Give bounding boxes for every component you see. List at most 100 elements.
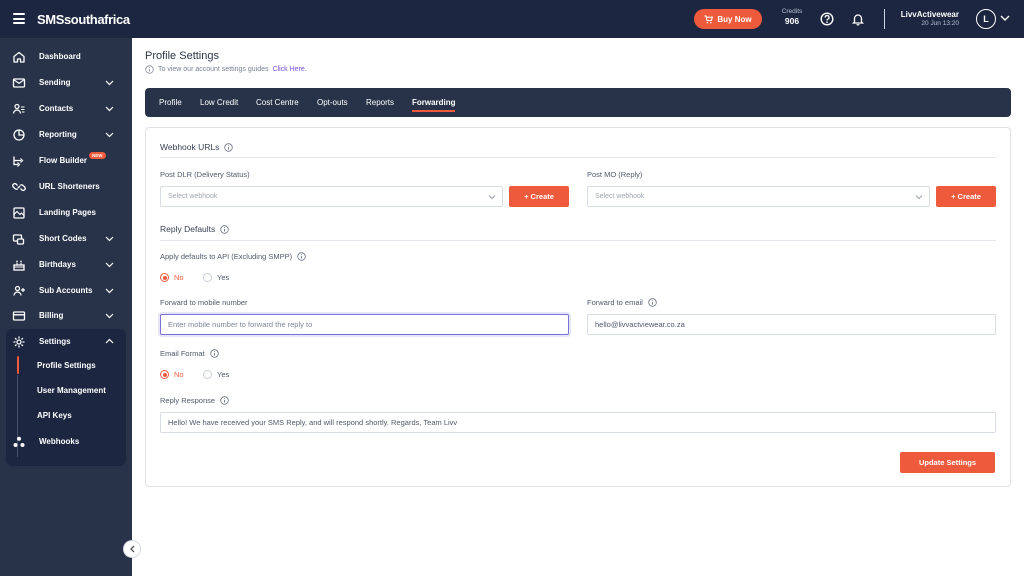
buy-now-label: Buy Now: [717, 14, 752, 24]
radio-unselected-icon: [203, 370, 212, 379]
tab-profile[interactable]: Profile: [159, 98, 182, 107]
sidebar-item-sub-accounts[interactable]: Sub Accounts: [0, 278, 132, 304]
sidebar-item-flow-builder[interactable]: Flow Builder NEW: [0, 148, 132, 174]
post-mo-label: Post MO (Reply): [587, 170, 643, 179]
sidebar-item-label: Sending: [39, 78, 71, 87]
sidebar-item-short-codes[interactable]: Short Codes: [0, 226, 132, 252]
credits-value: 906: [784, 16, 800, 26]
section-divider: [160, 157, 996, 158]
info-icon[interactable]: [220, 224, 229, 234]
sidebar-item-label: Billing: [39, 311, 64, 320]
reply-response-heading: Reply Response: [160, 396, 229, 405]
sidebar-item-reporting[interactable]: Reporting: [0, 122, 132, 148]
short-codes-icon: [12, 234, 25, 245]
tab-forwarding[interactable]: Forwarding: [412, 98, 456, 107]
home-icon: [13, 51, 25, 63]
select-placeholder: Select webhook: [168, 193, 218, 200]
account-info[interactable]: LivvActivewear 20 Jun 13:20: [890, 10, 959, 27]
forward-email-heading: Forward to email: [587, 298, 657, 307]
sidebar-item-label: Dashboard: [39, 52, 81, 61]
chevron-left-icon: [129, 545, 134, 553]
forward-email-input[interactable]: [587, 314, 996, 335]
topbar-divider: [884, 9, 885, 29]
tab-reports[interactable]: Reports: [366, 98, 394, 107]
info-icon[interactable]: [297, 252, 306, 261]
section-divider: [160, 240, 996, 241]
guide-link[interactable]: Click Here.: [273, 66, 307, 73]
hamburger-menu-icon[interactable]: [13, 13, 25, 24]
chevron-down-icon: [105, 288, 114, 294]
sidebar-item-label: Flow Builder: [39, 156, 87, 165]
sidebar-item-sending[interactable]: Sending: [0, 70, 132, 96]
bell-icon[interactable]: [851, 12, 865, 26]
info-icon[interactable]: [209, 349, 219, 358]
reply-response-input[interactable]: [160, 412, 996, 433]
tab-opt-outs[interactable]: Opt-outs: [317, 98, 348, 107]
sidebar-item-dashboard[interactable]: Dashboard: [0, 44, 132, 70]
post-mo-select[interactable]: Select webhook: [587, 186, 930, 207]
apply-defaults-no-radio[interactable]: No: [160, 273, 184, 282]
sidebar-subitem-label: API Keys: [37, 411, 72, 420]
email-format-yes-radio[interactable]: Yes: [203, 370, 229, 379]
webhook-icon: [13, 436, 25, 447]
sidebar-subitem-user-management[interactable]: User Management: [0, 379, 132, 403]
create-mo-webhook-button[interactable]: + Create: [936, 186, 996, 207]
cake-icon: [13, 260, 25, 271]
sidebar-item-webhooks[interactable]: Webhooks: [0, 429, 132, 455]
buy-now-button[interactable]: Buy Now: [694, 9, 762, 29]
sidebar-subitem-profile-settings[interactable]: Profile Settings: [0, 354, 132, 378]
info-icon[interactable]: [220, 396, 229, 405]
sidebar-collapse-button[interactable]: [123, 540, 141, 558]
active-tab-underline: [412, 110, 455, 112]
sidebar-item-label: Settings: [39, 337, 71, 346]
chevron-down-icon: [105, 106, 114, 112]
info-icon[interactable]: [224, 142, 234, 152]
chevron-down-icon: [488, 195, 496, 200]
create-dlr-webhook-button[interactable]: + Create: [509, 186, 569, 207]
email-format-heading: Email Format: [160, 349, 219, 358]
apply-defaults-yes-radio[interactable]: Yes: [203, 273, 229, 282]
link-icon: [12, 182, 26, 192]
tab-cost-centre[interactable]: Cost Centre: [256, 98, 299, 107]
cart-icon: [704, 14, 714, 23]
chevron-down-icon: [915, 195, 923, 200]
help-icon[interactable]: [820, 12, 834, 26]
gear-icon: [13, 336, 25, 348]
reply-defaults-title: Reply Defaults: [160, 224, 216, 234]
reply-response-label: Reply Response: [160, 396, 216, 405]
avatar[interactable]: L: [976, 9, 996, 29]
radio-label: Yes: [217, 273, 230, 282]
flow-icon: [13, 156, 24, 167]
contacts-icon: [12, 103, 25, 114]
brand-logo[interactable]: SMSsouthafrica: [37, 12, 130, 27]
chevron-down-icon: [105, 262, 114, 268]
apply-defaults-heading: Apply defaults to API (Excluding SMPP): [160, 252, 306, 261]
forward-mobile-label: Forward to mobile number: [160, 298, 248, 307]
update-settings-button[interactable]: Update Settings: [900, 452, 995, 473]
sidebar-subitem-api-keys[interactable]: API Keys: [0, 404, 132, 428]
info-icon[interactable]: [648, 298, 657, 307]
email-format-no-radio[interactable]: No: [160, 370, 184, 379]
sidebar-subitem-label: User Management: [37, 386, 106, 395]
sidebar-item-billing[interactable]: Billing: [0, 303, 132, 329]
sidebar-item-settings[interactable]: Settings: [0, 329, 132, 355]
sidebar-item-birthdays[interactable]: Birthdays: [0, 252, 132, 278]
credits-display: Credits 906: [776, 8, 808, 26]
sidebar-item-url-shorteners[interactable]: URL Shorteners: [0, 174, 132, 200]
sidebar-item-label: Webhooks: [39, 437, 80, 446]
chevron-down-icon[interactable]: [1000, 14, 1010, 22]
account-date: 20 Jun 13:20: [921, 20, 959, 27]
sidebar-item-contacts[interactable]: Contacts: [0, 96, 132, 122]
envelope-icon: [12, 78, 26, 88]
sub-accounts-icon: [13, 285, 25, 296]
apply-defaults-label: Apply defaults to API (Excluding SMPP): [160, 252, 293, 261]
sidebar-item-landing-pages[interactable]: Landing Pages: [0, 200, 132, 226]
credits-label: Credits: [781, 8, 803, 15]
forward-mobile-input[interactable]: [160, 314, 569, 335]
post-dlr-select[interactable]: Select webhook: [160, 186, 503, 207]
info-icon: [145, 65, 154, 74]
tab-low-credit[interactable]: Low Credit: [200, 98, 238, 107]
guide-hint: To view our account settings guides Clic…: [145, 65, 307, 74]
landing-page-icon: [13, 207, 25, 219]
select-placeholder: Select webhook: [595, 193, 645, 200]
